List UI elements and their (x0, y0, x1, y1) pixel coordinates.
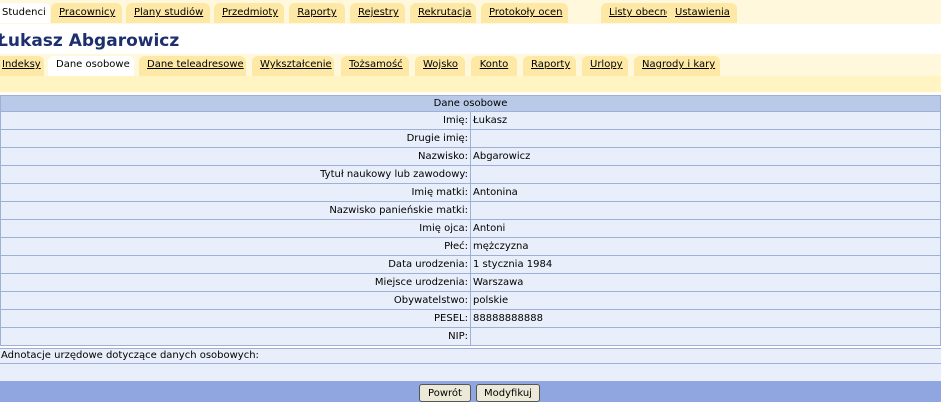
table-row: Miejsce urodzenia: Warszawa (0, 273, 941, 292)
tab-raporty[interactable]: Raporty (289, 3, 345, 23)
tab-pracownicy[interactable]: Pracownicy (51, 3, 122, 23)
table-row: Drugie imię: (0, 129, 941, 148)
table-row: Imię: Łukasz (0, 111, 941, 130)
tab-rekrutacja[interactable]: Rekrutacja (410, 3, 476, 23)
top-navigation: Studenci Pracownicy Plany studiów Przedm… (0, 0, 941, 24)
field-label: Nazwisko: (0, 147, 471, 166)
field-value: polskie (470, 291, 941, 310)
subtab-wyksztalcenie[interactable]: Wykształcenie (252, 56, 334, 76)
subtab-dane-teleadresowe[interactable]: Dane teleadresowe (139, 56, 246, 76)
field-label: NIP: (0, 327, 471, 346)
subtab-tozsamosc[interactable]: Tożsamość (341, 56, 409, 76)
subtab-dane-osobowe[interactable]: Dane osobowe (48, 56, 134, 76)
title-bar: Łukasz Abgarowicz (0, 24, 941, 54)
field-value: mężczyzna (470, 237, 941, 256)
table-row: Płeć: mężczyzna (0, 237, 941, 256)
notes-label: Adnotacje urzędowe dotyczące danych osob… (0, 348, 941, 364)
table-row: Nazwisko: Abgarowicz (0, 147, 941, 166)
field-label: Nazwisko panieńskie matki: (0, 201, 471, 220)
person-name-title: Łukasz Abgarowicz (0, 31, 180, 51)
field-value: Antoni (470, 219, 941, 238)
subtab-urlopy[interactable]: Urlopy (582, 56, 628, 76)
table-row: Data urodzenia: 1 stycznia 1984 (0, 255, 941, 274)
field-value (470, 129, 941, 148)
subtab-wojsko[interactable]: Wojsko (415, 56, 465, 76)
field-value: 1 stycznia 1984 (470, 255, 941, 274)
sub-navigation: Indeksy Dane osobowe Dane teleadresowe W… (0, 54, 941, 76)
tab-ustawienia[interactable]: Ustawienia (667, 3, 737, 23)
table-row: Nazwisko panieńskie matki: (0, 201, 941, 220)
table-row: Tytuł naukowy lub zawodowy: (0, 165, 941, 184)
field-label: Data urodzenia: (0, 255, 471, 274)
personal-data-table: Dane osobowe Imię: Łukasz Drugie imię: N… (0, 95, 941, 346)
field-value: 88888888888 (470, 309, 941, 328)
field-value: Warszawa (470, 273, 941, 292)
subtab-konto[interactable]: Konto (471, 56, 517, 76)
table-row: PESEL: 88888888888 (0, 309, 941, 328)
field-label: PESEL: (0, 309, 471, 328)
subtab-raporty[interactable]: Raporty (523, 56, 576, 76)
tab-plany-studiow[interactable]: Plany studiów (126, 3, 210, 23)
table-row: NIP: (0, 327, 941, 346)
tab-rejestry[interactable]: Rejestry (350, 3, 405, 23)
tab-protokoly-ocen[interactable]: Protokoły ocen (481, 3, 568, 23)
field-label: Miejsce urodzenia: (0, 273, 471, 292)
table-row: Imię matki: Antonina (0, 183, 941, 202)
field-label: Imię ojca: (0, 219, 471, 238)
field-value: Abgarowicz (470, 147, 941, 166)
field-label: Płeć: (0, 237, 471, 256)
tab-studenci[interactable]: Studenci (0, 3, 50, 23)
tab-przedmioty[interactable]: Przedmioty (214, 3, 284, 23)
section-title: Dane osobowe (0, 95, 941, 112)
table-row: Obywatelstwo: polskie (0, 291, 941, 310)
field-value (470, 165, 941, 184)
subtab-nagrody-i-kary[interactable]: Nagrody i kary (634, 56, 720, 76)
field-value: Łukasz (470, 111, 941, 130)
subnav-ribbon (0, 76, 941, 92)
field-label: Imię matki: (0, 183, 471, 202)
field-label: Imię: (0, 111, 471, 130)
field-label: Tytuł naukowy lub zawodowy: (0, 165, 471, 184)
notes-content (0, 364, 941, 381)
field-value (470, 327, 941, 346)
field-value: Antonina (470, 183, 941, 202)
field-label: Drugie imię: (0, 129, 471, 148)
field-label: Obywatelstwo: (0, 291, 471, 310)
field-value (470, 201, 941, 220)
modify-button[interactable]: Modyfikuj (476, 384, 540, 402)
back-button[interactable]: Powrót (419, 384, 471, 402)
table-row: Imię ojca: Antoni (0, 219, 941, 238)
subtab-indeksy[interactable]: Indeksy (0, 56, 44, 76)
